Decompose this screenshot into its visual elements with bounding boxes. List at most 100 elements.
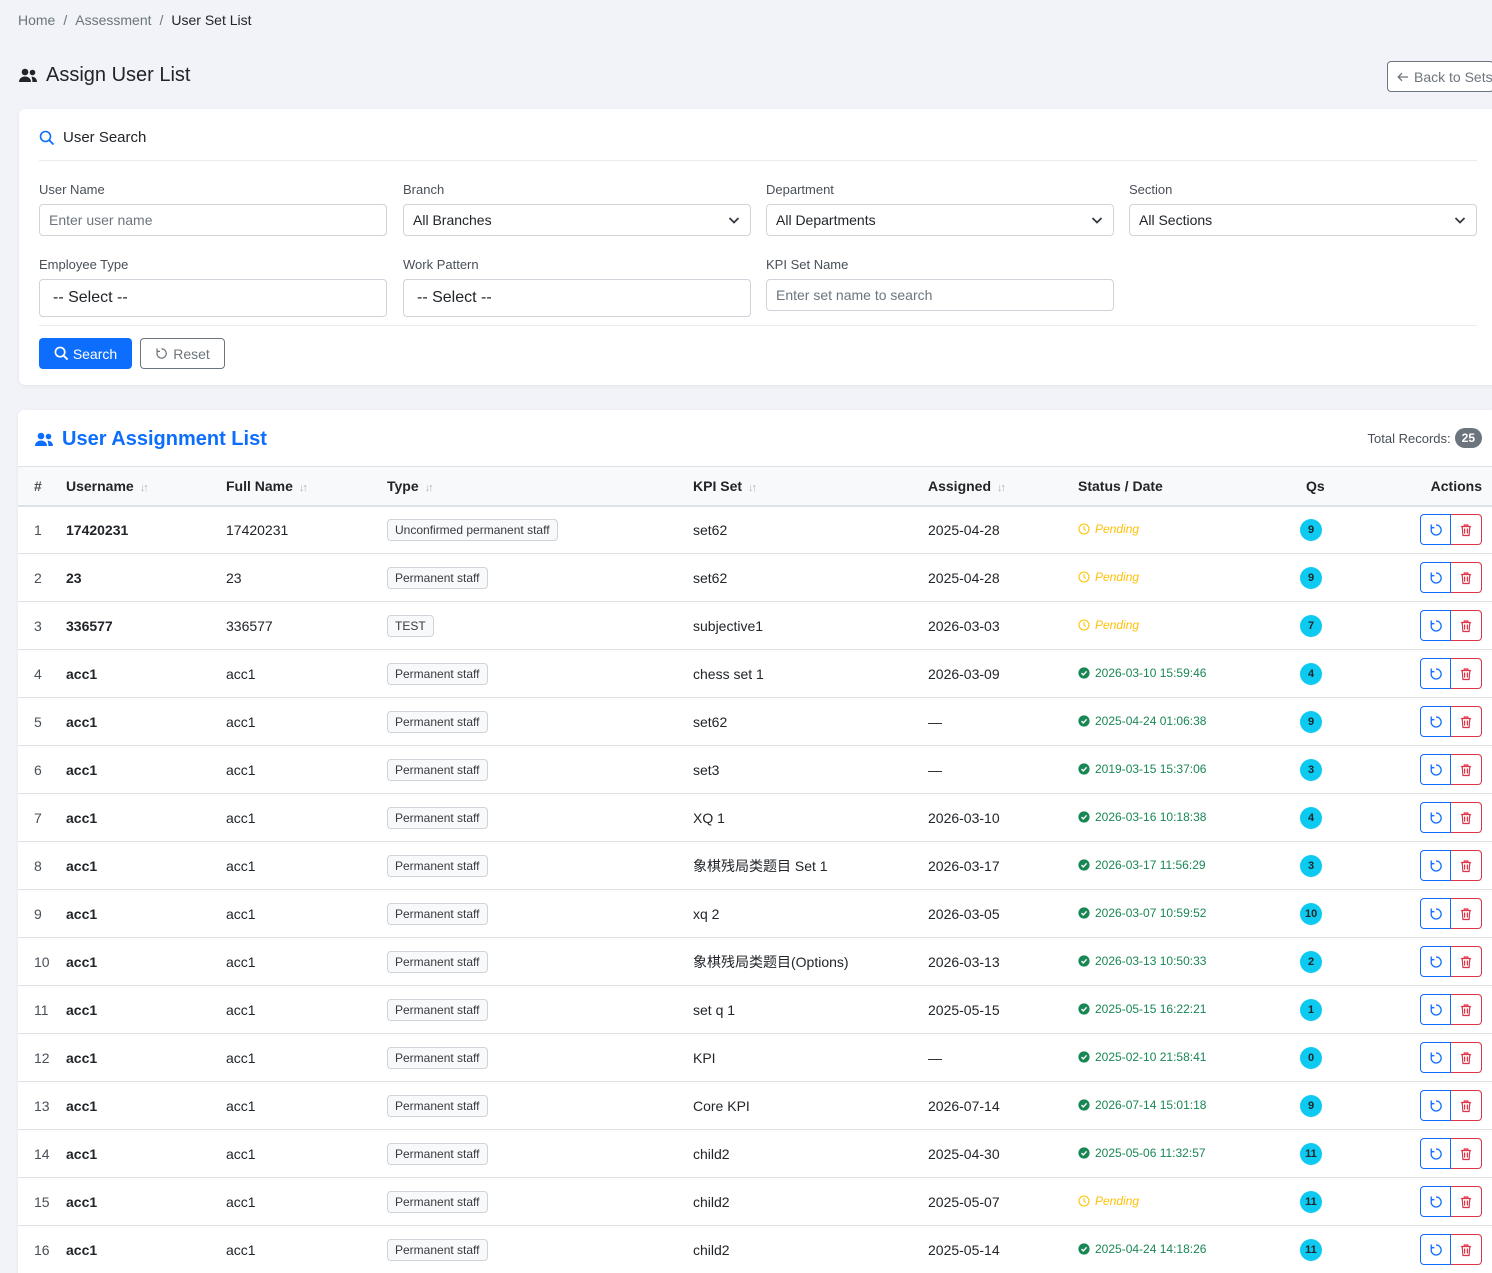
row-actions	[1380, 506, 1492, 554]
row-kpi-set: set q 1	[693, 1001, 736, 1018]
row-number: 4	[34, 665, 42, 682]
delete-button[interactable]	[1451, 1138, 1482, 1169]
reassign-button[interactable]	[1420, 1234, 1451, 1265]
column-header-type[interactable]: Type ↓↑	[387, 467, 693, 506]
row-username: acc1	[66, 1049, 98, 1066]
list-title: User Assignment List	[34, 428, 267, 451]
employee-type-field-group: Employee Type -- Select --	[39, 257, 387, 317]
column-header-assigned[interactable]: Assigned ↓↑	[928, 467, 1078, 506]
delete-button[interactable]	[1451, 514, 1482, 546]
trash-icon	[1461, 811, 1471, 824]
reassign-button[interactable]	[1420, 610, 1451, 641]
reassign-button[interactable]	[1420, 994, 1451, 1025]
reassign-button[interactable]	[1420, 706, 1451, 737]
breadcrumb-home[interactable]: Home	[18, 12, 55, 28]
clock-icon	[1078, 618, 1090, 631]
row-kpi-set: set62	[693, 569, 728, 586]
employee-type-select[interactable]: -- Select --	[39, 279, 387, 317]
reassign-button[interactable]	[1420, 1042, 1451, 1073]
delete-button[interactable]	[1451, 1186, 1482, 1217]
delete-button[interactable]	[1451, 898, 1482, 929]
delete-button[interactable]	[1451, 946, 1482, 977]
breadcrumb-assessment[interactable]: Assessment	[75, 12, 151, 28]
check-circle-icon	[1078, 666, 1090, 679]
trash-icon	[1461, 1003, 1471, 1016]
row-full-name: acc1	[226, 953, 256, 970]
row-number: 11	[34, 1001, 49, 1018]
delete-button[interactable]	[1451, 850, 1482, 881]
kpi-set-name-input[interactable]: Enter set name to search	[766, 279, 1114, 311]
clock-icon	[1078, 1194, 1090, 1207]
delete-button[interactable]	[1451, 706, 1482, 737]
reassign-button[interactable]	[1420, 802, 1451, 833]
total-records-badge: 25	[1454, 428, 1482, 448]
type-badge: Unconfirmed permanent staff	[387, 518, 558, 541]
delete-button[interactable]	[1451, 802, 1482, 833]
search-button[interactable]: Search	[39, 338, 132, 369]
row-actions	[1380, 650, 1492, 698]
table-row: 12 acc1 acc1 Permanent staff KPI — 2025-…	[18, 1034, 1492, 1082]
user-name-input[interactable]: Enter user name	[39, 204, 387, 236]
section-select[interactable]: All Sections	[1129, 204, 1477, 236]
delete-button[interactable]	[1451, 754, 1482, 785]
column-header-full-name[interactable]: Full Name ↓↑	[226, 467, 387, 506]
row-username: acc1	[66, 665, 98, 682]
status-indicator: Pending	[1078, 522, 1139, 536]
table-row: 11 acc1 acc1 Permanent staff set q 1 202…	[18, 986, 1492, 1034]
column-header-username[interactable]: Username ↓↑	[66, 467, 226, 506]
reassign-button[interactable]	[1420, 658, 1451, 689]
table-body: 1 17420231 17420231 Unconfirmed permanen…	[18, 506, 1492, 1273]
delete-button[interactable]	[1451, 658, 1482, 689]
row-full-name: acc1	[226, 1001, 256, 1018]
questions-count-badge: 11	[1300, 1190, 1322, 1213]
delete-button[interactable]	[1451, 562, 1482, 593]
reassign-button[interactable]	[1420, 1186, 1451, 1217]
reassign-button[interactable]	[1420, 1090, 1451, 1121]
employee-type-label: Employee Type	[39, 257, 129, 272]
delete-button[interactable]	[1451, 1090, 1482, 1121]
action-button-group	[1420, 562, 1492, 593]
delete-button[interactable]	[1451, 1234, 1482, 1265]
row-full-name: 17420231	[226, 521, 289, 538]
status-indicator: 2026-03-07 10:59:52	[1078, 906, 1206, 920]
rotate-icon	[1430, 1051, 1442, 1064]
row-type-cell: Permanent staff	[387, 1034, 693, 1082]
trash-icon	[1461, 1243, 1471, 1256]
row-type-cell: Permanent staff	[387, 1226, 693, 1273]
row-number: 13	[34, 1097, 50, 1114]
reassign-button[interactable]	[1420, 946, 1451, 977]
reassign-button[interactable]	[1420, 514, 1451, 546]
row-qs-cell: 9	[1300, 554, 1380, 602]
rotate-icon	[1430, 667, 1442, 680]
department-select[interactable]: All Departments	[766, 204, 1114, 236]
reassign-button[interactable]	[1420, 850, 1451, 881]
work-pattern-select[interactable]: -- Select --	[403, 279, 751, 317]
column-header-number: #	[34, 477, 42, 494]
column-header-status: Status / Date	[1078, 477, 1163, 494]
reassign-button[interactable]	[1420, 898, 1451, 929]
type-badge: Permanent staff	[387, 902, 488, 925]
table-row: 1 17420231 17420231 Unconfirmed permanen…	[18, 506, 1492, 554]
row-full-name: acc1	[226, 1193, 256, 1210]
row-username: acc1	[66, 713, 98, 730]
delete-button[interactable]	[1451, 1042, 1482, 1073]
column-header-kpi-set[interactable]: KPI Set ↓↑	[693, 467, 928, 506]
row-kpi-set: XQ 1	[693, 809, 725, 826]
reassign-button[interactable]	[1420, 562, 1451, 593]
reset-button[interactable]: Reset	[140, 338, 225, 369]
status-indicator: 2026-03-13 10:50:33	[1078, 954, 1206, 968]
row-qs-cell: 4	[1300, 650, 1380, 698]
delete-button[interactable]	[1451, 610, 1482, 641]
reassign-button[interactable]	[1420, 754, 1451, 785]
back-to-sets-button[interactable]: Back to Sets	[1387, 61, 1492, 92]
reassign-button[interactable]	[1420, 1138, 1451, 1169]
row-number: 10	[34, 953, 50, 970]
row-kpi-set: 象棋残局类题目 Set 1	[693, 857, 828, 874]
questions-count-badge: 1	[1300, 998, 1322, 1021]
table-row: 6 acc1 acc1 Permanent staff set3 — 2019-…	[18, 746, 1492, 794]
row-kpi-set: child2	[693, 1241, 730, 1258]
branch-select[interactable]: All Branches	[403, 204, 751, 236]
delete-button[interactable]	[1451, 994, 1482, 1025]
row-status-cell: 2025-02-10 21:58:41	[1078, 1034, 1300, 1082]
table-row: 16 acc1 acc1 Permanent staff child2 2025…	[18, 1226, 1492, 1273]
